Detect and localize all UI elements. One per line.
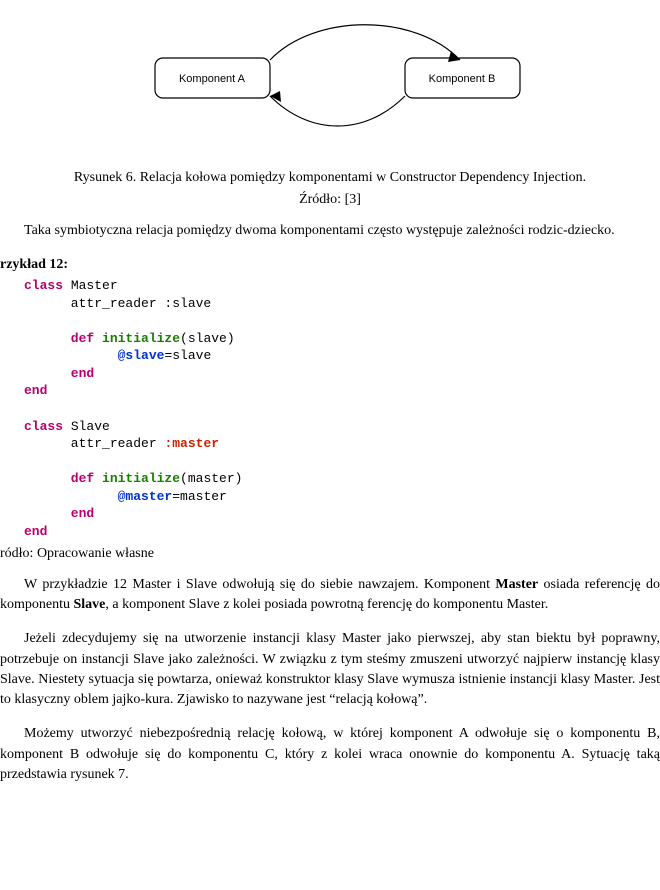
example-title: rzykład 12: (0, 255, 660, 275)
code-text: (slave) (180, 331, 235, 346)
code-text: (master) (180, 471, 242, 486)
ivar: @slave (24, 348, 164, 363)
symbol: :master (164, 436, 219, 451)
circular-dependency-diagram: Komponent A Komponent B (115, 18, 545, 128)
kw-end: end (24, 383, 47, 398)
code-text: =slave (164, 348, 211, 363)
kw-end: end (24, 506, 94, 521)
p2-master: Master (495, 577, 538, 592)
code-text: Slave (63, 419, 110, 434)
p2-text: W przykładzie 12 Master i Slave odwołują… (24, 577, 495, 592)
paragraph-4: Możemy utworzyć niebezpośrednią relację … (0, 724, 660, 785)
fn-name: initialize (94, 331, 180, 346)
code-text: attr_reader (24, 436, 164, 451)
code-text: =master (172, 489, 227, 504)
code-text: Master (63, 278, 118, 293)
paragraph-1: Taka symbiotyczna relacja pomiędzy dwoma… (0, 221, 660, 241)
p2-text: , a komponent Slave z kolei posiada powr… (105, 597, 548, 612)
code-text: attr_reader :slave (24, 296, 211, 311)
p2-slave: Slave (74, 597, 106, 612)
kw-class: class (24, 419, 63, 434)
component-a-label: Komponent A (179, 73, 246, 85)
page: Komponent A Komponent B Rysunek 6. Relac… (0, 0, 660, 785)
arrowhead-b-to-a (270, 91, 281, 102)
fn-name: initialize (94, 471, 180, 486)
paragraph-2: W przykładzie 12 Master i Slave odwołują… (0, 575, 660, 616)
figure-source: Źródło: [3] (0, 190, 660, 210)
kw-class: class (24, 278, 63, 293)
code-source-note: ródło: Opracowanie własne (0, 544, 660, 564)
component-b-label: Komponent B (429, 73, 496, 85)
figure-caption: Rysunek 6. Relacja kołowa pomiędzy kompo… (40, 168, 620, 188)
kw-end: end (24, 366, 94, 381)
kw-def: def (24, 331, 94, 346)
arrow-b-to-a (270, 96, 405, 126)
paragraph-3: Jeżeli zdecydujemy się na utworzenie ins… (0, 629, 660, 710)
code-block-master: class Master attr_reader :slave def init… (24, 277, 660, 540)
kw-end: end (24, 524, 47, 539)
kw-def: def (24, 471, 94, 486)
arrow-a-to-b (270, 25, 460, 60)
diagram-figure: Komponent A Komponent B (0, 18, 660, 128)
ivar: @master (24, 489, 172, 504)
